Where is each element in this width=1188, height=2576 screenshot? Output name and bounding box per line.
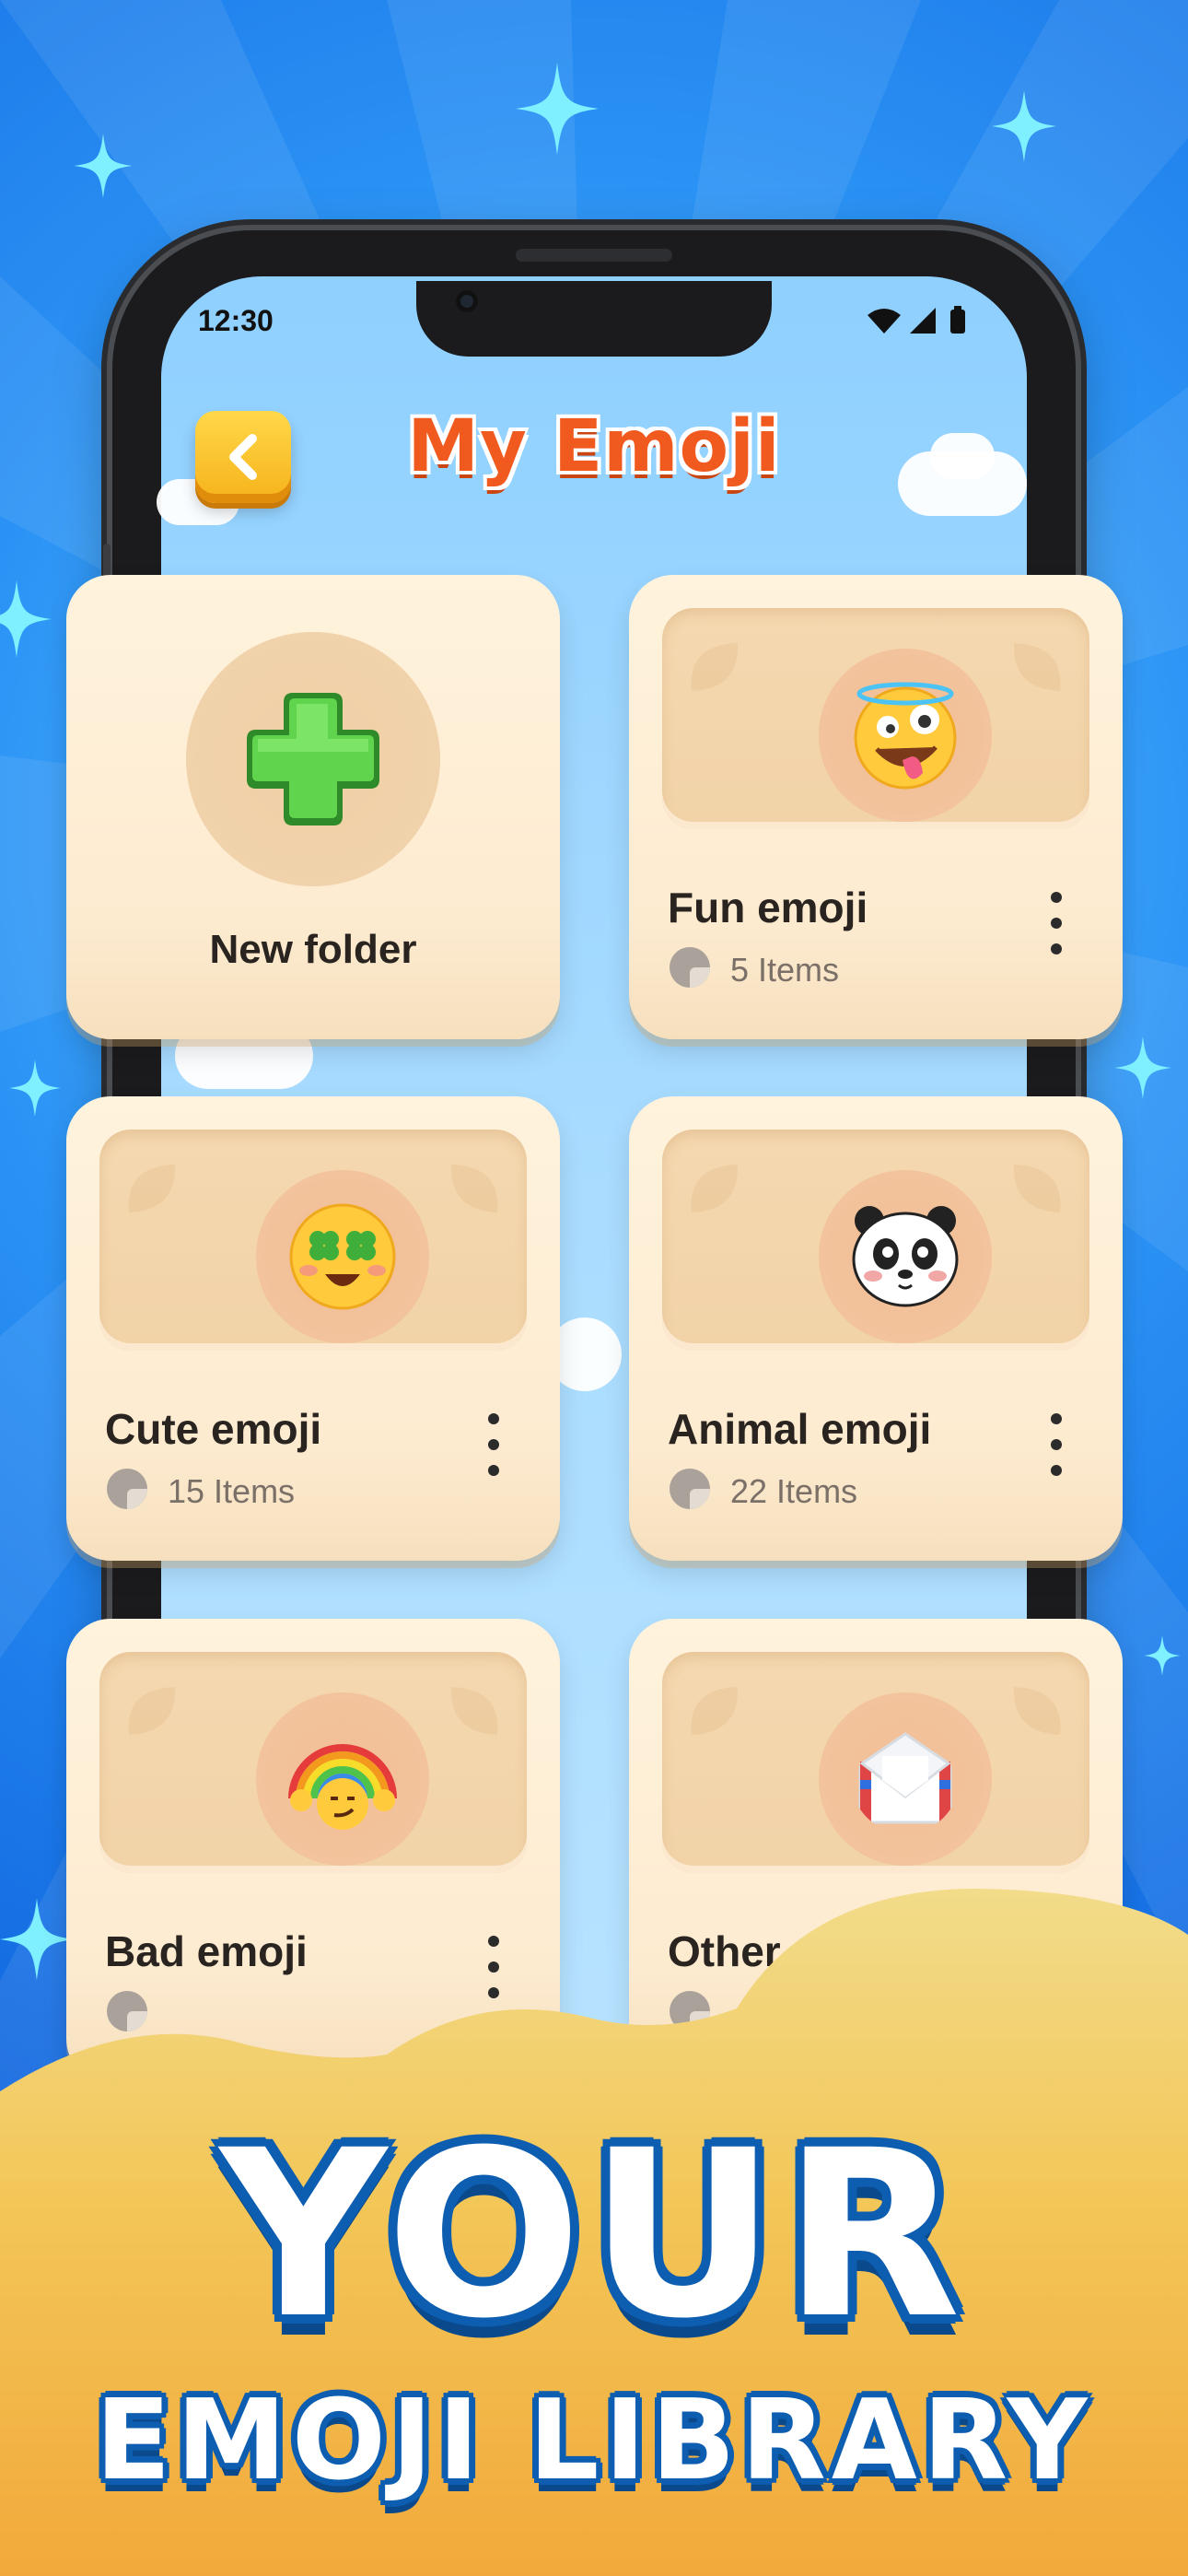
items-icon [670, 947, 710, 988]
folder-cover [99, 1652, 527, 1873]
leaf-icon [1013, 1687, 1061, 1735]
more-options-icon[interactable] [1045, 888, 1067, 962]
folder-name: Cute emoji [105, 1405, 322, 1453]
sparkle-icon [1144, 1635, 1181, 1676]
leaf-icon [691, 643, 739, 691]
new-folder-circle [186, 632, 440, 886]
leaf-icon [450, 1165, 498, 1212]
panda-face-icon [852, 1206, 959, 1307]
sparkle-icon [1114, 1036, 1171, 1099]
battery-icon [950, 306, 965, 334]
clover-eyes-face-icon [289, 1203, 396, 1310]
camera-icon [456, 290, 478, 312]
leaf-icon [691, 1687, 739, 1735]
leaf-icon [128, 1687, 176, 1735]
signal-icon [910, 308, 936, 334]
folder-cover [662, 1652, 1089, 1873]
folder-count: 15 Items [168, 1472, 296, 1510]
folder-count: 22 Items [730, 1472, 858, 1510]
app-store-screenshot: 12:30 My Emoji New folder Fun emoji 5 It… [0, 0, 1188, 2576]
leaf-icon [128, 1165, 176, 1212]
banner-headline: YOUR [219, 2101, 969, 2369]
folder-count: 5 Items [730, 951, 840, 989]
cloud [930, 433, 995, 479]
status-icons [868, 306, 965, 334]
back-button[interactable] [195, 411, 291, 503]
emoji-circle [819, 1170, 992, 1343]
emoji-circle [819, 1692, 992, 1866]
emoji-circle [256, 1170, 429, 1343]
folder-cover [99, 1130, 527, 1351]
plus-icon [247, 693, 379, 825]
more-options-icon[interactable] [1045, 1410, 1067, 1483]
envelope-icon [858, 1732, 952, 1824]
chevron-left-icon [229, 434, 257, 480]
folder-card-cute[interactable]: Cute emoji 15 Items [66, 1096, 560, 1561]
folder-card-fun[interactable]: Fun emoji 5 Items [629, 575, 1123, 1039]
folder-card-animal[interactable]: Animal emoji 22 Items [629, 1096, 1123, 1561]
folder-name: Fun emoji [668, 884, 868, 931]
new-folder-label: New folder [209, 927, 417, 972]
leaf-icon [1013, 1165, 1061, 1212]
leaf-icon [1013, 643, 1061, 691]
banner-subheadline: EMOJI LIBRARY [95, 2377, 1093, 2505]
zany-face-icon [854, 682, 957, 790]
new-folder-card[interactable]: New folder [66, 575, 560, 1039]
page-title: My Emoji [407, 405, 781, 488]
more-options-icon[interactable] [483, 1410, 505, 1483]
folder-cover [662, 608, 1089, 829]
leaf-icon [691, 1165, 739, 1212]
sparkle-icon [9, 1060, 61, 1117]
emoji-circle [256, 1692, 429, 1866]
rainbow-smirk-face-icon [288, 1744, 397, 1830]
sparkle-icon [0, 580, 52, 658]
sparkle-icon [74, 134, 133, 198]
sparkle-icon [516, 63, 599, 155]
items-icon [670, 1469, 710, 1509]
leaf-icon [450, 1687, 498, 1735]
items-icon [107, 1469, 147, 1509]
phone-speaker [516, 249, 672, 262]
emoji-circle [819, 649, 992, 822]
status-time: 12:30 [198, 304, 274, 337]
folder-name: Animal emoji [668, 1405, 932, 1453]
folder-cover [662, 1130, 1089, 1351]
sparkle-icon [991, 90, 1057, 162]
wifi-icon [868, 309, 901, 334]
